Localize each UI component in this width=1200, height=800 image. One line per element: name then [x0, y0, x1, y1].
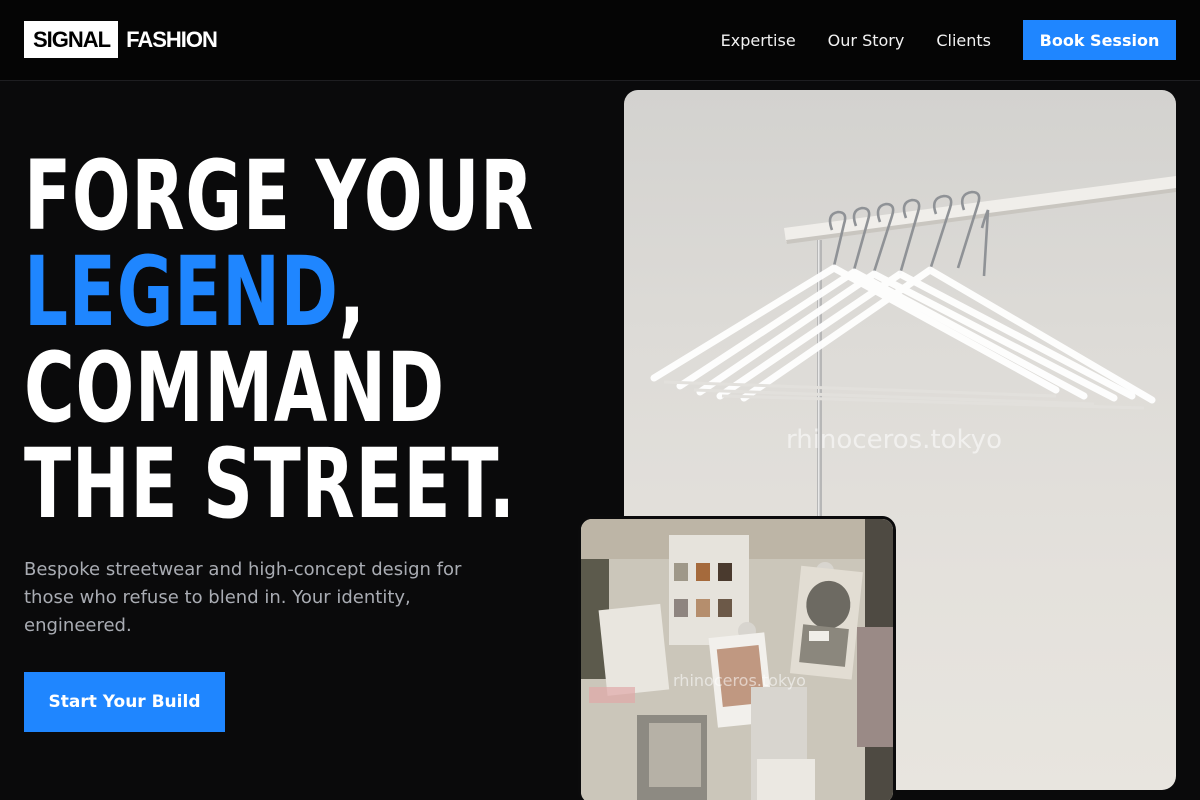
- moodboard-illustration: [581, 519, 893, 800]
- headline-line-3: COMMAND: [24, 332, 445, 444]
- logo-wordmark: FASHION: [126, 26, 218, 52]
- site-header: SIGNAL FASHION Expertise Our Story Clien…: [0, 0, 1200, 81]
- headline-line-2: LEGEND,: [24, 244, 427, 340]
- nav-link-expertise[interactable]: Expertise: [721, 31, 796, 50]
- main-nav: Expertise Our Story Clients Book Session: [721, 0, 1176, 80]
- image-watermark: rhinoceros.tokyo: [786, 425, 1002, 455]
- hero-headline: FORGE YOUR LEGEND, COMMAND THE STREET.: [24, 140, 535, 540]
- start-build-button[interactable]: Start Your Build: [24, 672, 225, 732]
- brand-logo[interactable]: SIGNAL FASHION: [24, 21, 218, 58]
- hero-subtext: Bespoke streetwear and high-concept desi…: [24, 559, 462, 636]
- inset-image-moodboard: rhinoceros.tokyo: [578, 516, 896, 800]
- headline-line-4: THE STREET.: [24, 428, 516, 540]
- logo-badge: SIGNAL: [24, 21, 119, 58]
- nav-link-clients[interactable]: Clients: [936, 31, 991, 50]
- inset-watermark: rhinoceros.tokyo: [673, 671, 806, 690]
- book-session-button[interactable]: Book Session: [1023, 20, 1176, 60]
- headline-line-1: FORGE YOUR: [24, 140, 535, 252]
- nav-link-our-story[interactable]: Our Story: [828, 31, 905, 50]
